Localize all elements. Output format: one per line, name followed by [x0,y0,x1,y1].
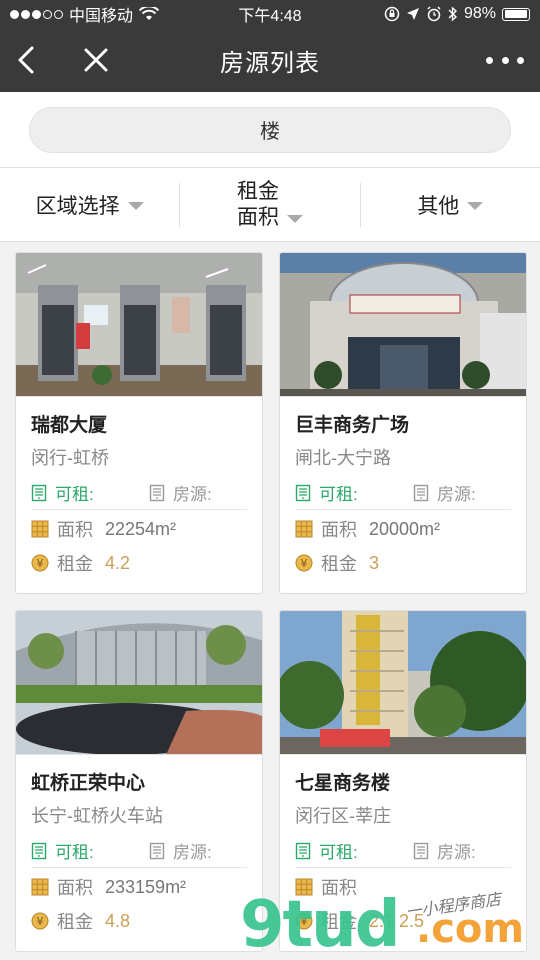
filter-other[interactable]: 其他 [361,183,540,227]
filter-region-label: 区域选择 [35,194,120,218]
building-photo [16,611,262,755]
svg-text:¥: ¥ [37,557,44,570]
carrier-label: 中国移动 [69,8,134,25]
listing-location: 闵行-虹桥 [31,448,109,468]
listing-name: 虹桥正荣中心 [31,773,146,794]
signal-icon [10,9,63,19]
search-input[interactable]: 楼 [29,106,511,153]
rent-value: 3 [369,552,380,573]
location-icon [406,8,419,20]
source-label: 房源: [173,485,212,504]
listing-location: 闵行区-莘庄 [295,806,391,826]
more-dot-icon [501,56,509,64]
filter-rent-label: 租金 [236,179,279,203]
listing-grid: 瑞都大厦 闵行-虹桥 可租: 房源: 面积 22254m² ¥ 租金 4.2 巨… [0,242,540,960]
more-dot-icon [486,56,493,64]
area-label: 面积 [321,520,357,540]
caret-down-icon [286,214,303,223]
caret-down-icon [467,202,484,210]
available-label: 可租: [55,843,94,862]
rent-label: 租金 [57,554,93,574]
available-label: 可租: [319,485,358,504]
area-label: 面积 [321,878,357,898]
battery-icon [502,7,530,21]
listing-location: 闸北-大宁路 [295,448,391,468]
filter-area-label: 面积 [236,205,279,229]
rent-value: 4.2 [105,552,131,573]
search-area: 楼 [0,92,540,168]
building-gray-icon [149,484,165,501]
source-label: 房源: [437,485,476,504]
area-label: 面积 [57,520,93,540]
close-button[interactable] [76,40,116,80]
rotation-lock-icon [384,6,400,22]
coin-icon: ¥ [31,912,49,930]
alarm-icon [427,6,441,22]
building-green-icon [295,842,311,859]
filter-rent-area[interactable]: 租金 面积 [180,180,361,229]
rent-value: 4.8 [105,910,131,931]
building-photo [280,253,526,397]
source-label: 房源: [437,843,476,862]
nav-bar: 房源列表 [0,28,540,92]
coin-icon: ¥ [31,554,49,572]
building-gray-icon [413,484,429,501]
grid-area-icon [295,878,313,896]
filter-bar: 区域选择 租金 面积 其他 [0,168,540,242]
rent-label: 租金 [321,554,357,574]
rent-label: 租金 [57,912,93,932]
svg-text:¥: ¥ [301,557,308,570]
caret-down-icon [127,202,144,210]
source-label: 房源: [173,843,212,862]
available-label: 可租: [55,485,94,504]
area-value: 20000m² [369,518,441,539]
rent-value: 2.1 2.5 [369,910,425,931]
coin-icon: ¥ [295,912,313,930]
area-label: 面积 [57,878,93,898]
listing-name: 七星商务楼 [295,773,391,794]
building-gray-icon [149,842,165,859]
area-value: 22254m² [105,518,177,539]
grid-area-icon [31,878,49,896]
rent-label: 租金 [321,912,357,932]
wifi-icon [139,7,160,20]
listing-card[interactable]: 巨丰商务广场 闸北-大宁路 可租: 房源: 面积 20000m² ¥ 租金 3 [279,252,527,594]
listing-card[interactable]: 虹桥正荣中心 长宁-虹桥火车站 可租: 房源: 面积 233159m² ¥ 租金 [15,610,263,952]
building-gray-icon [413,842,429,859]
grid-area-icon [295,520,313,538]
chevron-left-icon [18,46,34,74]
listing-name: 瑞都大厦 [31,415,108,436]
filter-other-label: 其他 [417,194,460,218]
battery-percent: 98% [463,5,496,22]
more-dot-icon [517,56,524,64]
grid-area-icon [31,520,49,538]
more-button[interactable] [486,48,524,72]
svg-text:¥: ¥ [37,915,44,928]
building-green-icon [295,484,311,501]
close-icon [84,48,108,72]
area-value: 233159m² [105,876,187,897]
listing-location: 长宁-虹桥火车站 [31,806,163,826]
building-photo [16,253,262,397]
coin-icon: ¥ [295,554,313,572]
building-green-icon [31,484,47,501]
listing-card[interactable]: 七星商务楼 闵行区-莘庄 可租: 房源: 面积 ¥ 租金 2.1 2.5 [279,610,527,952]
status-bar: 中国移动 下午4:48 98% [0,0,540,28]
bluetooth-icon [448,6,457,22]
building-green-icon [31,842,47,859]
filter-region[interactable]: 区域选择 [0,182,181,227]
listing-card[interactable]: 瑞都大厦 闵行-虹桥 可租: 房源: 面积 22254m² ¥ 租金 4.2 [15,252,263,594]
building-photo [280,611,526,755]
svg-text:¥: ¥ [301,915,308,928]
back-button[interactable] [6,40,46,80]
listing-name: 巨丰商务广场 [295,415,410,436]
available-label: 可租: [319,843,358,862]
